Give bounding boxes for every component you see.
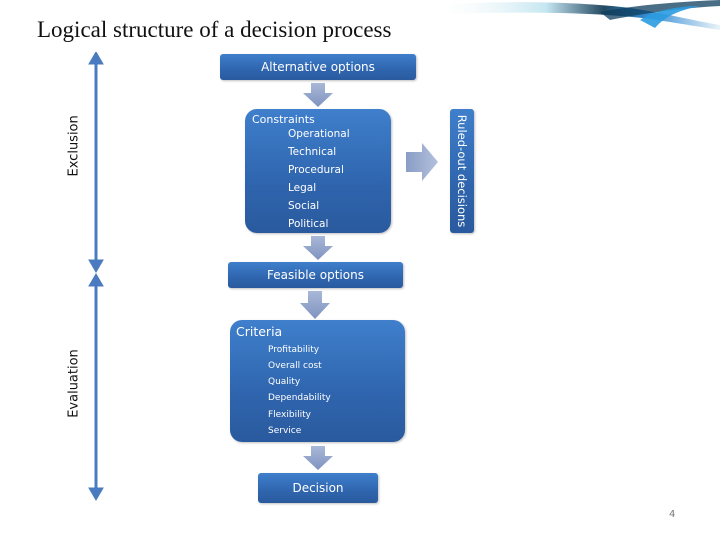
- criteria-item: Service: [268, 426, 302, 436]
- flow-down-arrow-icon: [303, 83, 333, 107]
- constraints-heading: Constraints: [252, 113, 315, 126]
- flow-down-arrow-icon: [303, 446, 333, 470]
- feasible-options-box: Feasible options: [228, 262, 403, 288]
- decision-box: Decision: [258, 473, 378, 503]
- axis-arrows: [88, 52, 104, 501]
- ruled-out-decisions-label: Ruled-out decisions: [455, 114, 469, 228]
- slide-title: Logical structure of a decision process: [37, 17, 392, 42]
- criteria-panel: Criteria Profitability Overall cost Qual…: [230, 320, 405, 442]
- evaluation-label: Evaluation: [66, 349, 82, 418]
- flow-right-arrow-icon: [406, 143, 438, 181]
- exclusion-up-arrow-icon: [88, 52, 104, 65]
- constraints-panel: Constraints Operational Technical Proced…: [245, 109, 391, 233]
- criteria-heading: Criteria: [236, 324, 283, 339]
- criteria-item: Profitability: [268, 345, 320, 355]
- page-number: 4: [669, 509, 676, 520]
- feasible-options-label: Feasible options: [267, 268, 364, 282]
- criteria-item: Overall cost: [268, 361, 322, 371]
- constraint-item: Legal: [288, 182, 317, 194]
- flow-down-arrow-icon: [300, 291, 330, 319]
- exclusion-down-arrow-icon: [88, 259, 104, 273]
- constraint-item: Social: [288, 200, 320, 212]
- criteria-item: Dependability: [268, 393, 331, 403]
- constraint-item: Technical: [288, 146, 337, 158]
- constraint-item: Operational: [288, 128, 350, 140]
- alternative-options-label: Alternative options: [261, 60, 375, 74]
- criteria-item: Flexibility: [268, 410, 311, 420]
- flow-down-arrow-icon: [303, 236, 333, 260]
- constraint-item: Political: [288, 218, 329, 230]
- header-swoosh-decoration: [430, 0, 720, 30]
- constraint-item: Procedural: [288, 164, 344, 176]
- criteria-item: Quality: [268, 377, 301, 387]
- ruled-out-decisions-box: Ruled-out decisions: [450, 109, 474, 233]
- alternative-options-box: Alternative options: [220, 54, 416, 80]
- decision-label: Decision: [292, 481, 344, 495]
- evaluation-down-arrow-icon: [88, 487, 104, 501]
- exclusion-label: Exclusion: [66, 115, 82, 177]
